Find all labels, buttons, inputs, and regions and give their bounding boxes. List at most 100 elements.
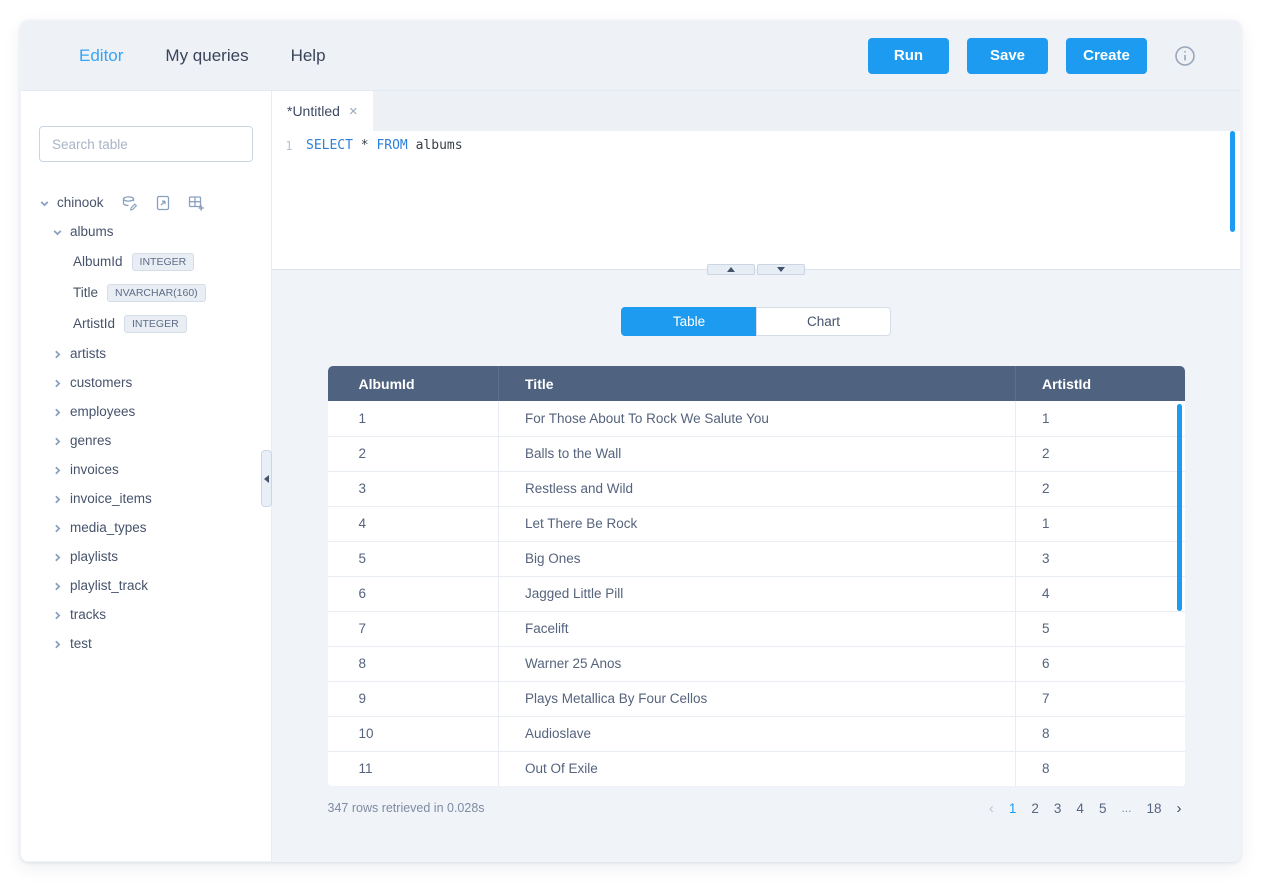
collapse-left-icon xyxy=(264,475,269,483)
top-navbar: Editor My queries Help Run Save Create xyxy=(21,21,1240,91)
info-icon[interactable] xyxy=(1174,45,1196,67)
column-header-albumid[interactable]: AlbumId xyxy=(328,366,499,401)
table-row[interactable]: 8Warner 25 Anos6 xyxy=(328,646,1185,681)
chevron-right-icon xyxy=(52,551,63,562)
table-item-invoices[interactable]: invoices xyxy=(39,455,253,484)
page-button-3[interactable]: 3 xyxy=(1051,801,1065,816)
next-page-button[interactable]: › xyxy=(1174,800,1185,817)
table-item-albums[interactable]: albums xyxy=(39,217,253,246)
cell-title: Balls to the Wall xyxy=(499,436,1016,471)
pane-splitter[interactable] xyxy=(272,269,1240,270)
table-item-media-types[interactable]: media_types xyxy=(39,513,253,542)
run-button[interactable]: Run xyxy=(868,38,949,74)
column-header-artistid[interactable]: ArtistId xyxy=(1016,366,1185,401)
table-row[interactable]: 1For Those About To Rock We Salute You1 xyxy=(328,401,1185,436)
save-button[interactable]: Save xyxy=(967,38,1048,74)
table-item-invoice-items[interactable]: invoice_items xyxy=(39,484,253,513)
pagination: ‹ 1 2 3 4 5 ... 18 › xyxy=(986,800,1185,817)
search-table-input[interactable] xyxy=(39,126,253,162)
cell-artistid: 4 xyxy=(1016,576,1185,611)
nav-item-editor[interactable]: Editor xyxy=(79,46,123,66)
chevron-down-icon xyxy=(39,197,50,208)
export-file-icon[interactable] xyxy=(154,194,172,212)
chevron-right-icon xyxy=(52,522,63,533)
editor-scrollbar[interactable] xyxy=(1230,131,1235,232)
cell-albumid: 9 xyxy=(328,681,499,716)
add-table-icon[interactable] xyxy=(187,194,205,212)
table-item-playlist-track[interactable]: playlist_track xyxy=(39,571,253,600)
nav-actions: Run Save Create xyxy=(868,38,1196,74)
table-row[interactable]: 10Audioslave8 xyxy=(328,716,1185,751)
cell-title: Audioslave xyxy=(499,716,1016,751)
schema-item-chinook[interactable]: chinook xyxy=(39,188,253,217)
edit-database-icon[interactable] xyxy=(121,194,139,212)
schema-tree: chinook xyxy=(39,188,253,658)
table-item-tracks[interactable]: tracks xyxy=(39,600,253,629)
table-item-customers[interactable]: customers xyxy=(39,368,253,397)
table-row[interactable]: 9Plays Metallica By Four Cellos7 xyxy=(328,681,1185,716)
cell-title: Big Ones xyxy=(499,541,1016,576)
cell-albumid: 1 xyxy=(328,401,499,436)
table-row[interactable]: 7Facelift5 xyxy=(328,611,1185,646)
table-scrollbar[interactable] xyxy=(1177,404,1182,611)
cell-artistid: 1 xyxy=(1016,401,1185,436)
create-button[interactable]: Create xyxy=(1066,38,1147,74)
chevron-right-icon xyxy=(52,435,63,446)
column-item-title: Title NVARCHAR(160) xyxy=(39,277,253,308)
page-button-1[interactable]: 1 xyxy=(1006,801,1020,816)
page-button-18[interactable]: 18 xyxy=(1143,801,1164,816)
collapse-results-down-button[interactable] xyxy=(757,264,805,275)
table-row[interactable]: 11Out Of Exile8 xyxy=(328,751,1185,786)
tab-title: *Untitled xyxy=(287,103,340,119)
table-item-genres[interactable]: genres xyxy=(39,426,253,455)
nav-item-my-queries[interactable]: My queries xyxy=(165,46,248,66)
table-row[interactable]: 4Let There Be Rock1 xyxy=(328,506,1185,541)
sql-text: albums xyxy=(408,138,463,153)
tab-untitled[interactable]: *Untitled × xyxy=(272,91,373,131)
main-panel: *Untitled × 1 SELECT * FROM albums xyxy=(272,91,1240,861)
sidebar-collapse-handle[interactable] xyxy=(261,450,272,507)
status-text: 347 rows retrieved in 0.028s xyxy=(328,801,485,815)
close-tab-icon[interactable]: × xyxy=(349,104,358,119)
table-item-artists[interactable]: artists xyxy=(39,339,253,368)
prev-page-button[interactable]: ‹ xyxy=(986,800,997,817)
table-header-row: AlbumId Title ArtistId xyxy=(328,366,1185,401)
cell-title: Warner 25 Anos xyxy=(499,646,1016,681)
cell-artistid: 3 xyxy=(1016,541,1185,576)
cell-title: Jagged Little Pill xyxy=(499,576,1016,611)
triangle-up-icon xyxy=(727,267,735,272)
column-name: Title xyxy=(73,285,98,300)
cell-artistid: 7 xyxy=(1016,681,1185,716)
page-button-2[interactable]: 2 xyxy=(1028,801,1042,816)
nav-item-help[interactable]: Help xyxy=(291,46,326,66)
sql-editor[interactable]: 1 SELECT * FROM albums xyxy=(272,131,1240,269)
table-view-button[interactable]: Table xyxy=(621,307,756,336)
table-row[interactable]: 5Big Ones3 xyxy=(328,541,1185,576)
cell-artistid: 8 xyxy=(1016,751,1185,786)
page-button-4[interactable]: 4 xyxy=(1073,801,1087,816)
column-header-title[interactable]: Title xyxy=(499,366,1016,401)
schema-sidebar: chinook xyxy=(21,91,272,861)
table-item-employees[interactable]: employees xyxy=(39,397,253,426)
cell-artistid: 8 xyxy=(1016,716,1185,751)
table-name: tracks xyxy=(70,607,106,622)
table-name: albums xyxy=(70,224,114,239)
sql-text: * xyxy=(353,138,376,153)
cell-title: Let There Be Rock xyxy=(499,506,1016,541)
table-row[interactable]: 3Restless and Wild2 xyxy=(328,471,1185,506)
collapse-editor-up-button[interactable] xyxy=(707,264,755,275)
column-name: ArtistId xyxy=(73,316,115,331)
table-name: customers xyxy=(70,375,132,390)
table-row[interactable]: 6Jagged Little Pill4 xyxy=(328,576,1185,611)
table-name: genres xyxy=(70,433,111,448)
pagination-ellipsis: ... xyxy=(1118,801,1134,815)
page-button-5[interactable]: 5 xyxy=(1096,801,1110,816)
chart-view-button[interactable]: Chart xyxy=(756,307,891,336)
cell-albumid: 7 xyxy=(328,611,499,646)
cell-albumid: 8 xyxy=(328,646,499,681)
table-item-playlists[interactable]: playlists xyxy=(39,542,253,571)
table-item-test[interactable]: test xyxy=(39,629,253,658)
table-row[interactable]: 2Balls to the Wall2 xyxy=(328,436,1185,471)
table-name: playlists xyxy=(70,549,118,564)
table-name: artists xyxy=(70,346,106,361)
